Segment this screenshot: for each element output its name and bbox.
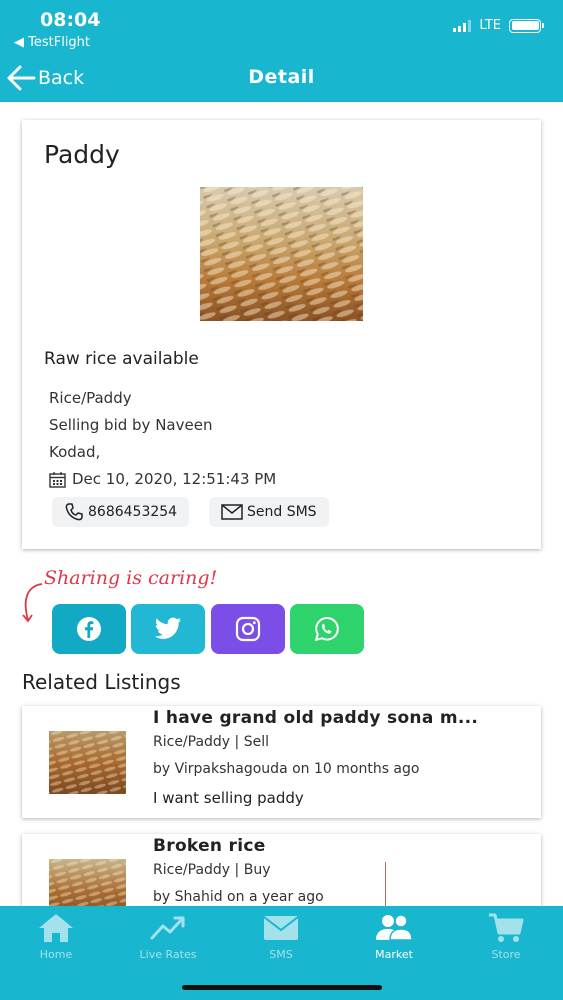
share-whatsapp-button[interactable]: [290, 604, 364, 654]
tab-label: Store: [491, 948, 521, 961]
related-listing-item[interactable]: I have grand old paddy sona m... Rice/Pa…: [22, 706, 541, 818]
sharing-caption: Sharing is caring!: [44, 567, 218, 589]
network-label: LTE: [479, 18, 501, 33]
related-listing-author: by Shahid on a year ago: [153, 889, 324, 905]
listing-location: Kodad,: [49, 443, 101, 461]
listing-meta: Rice/Paddy Selling bid by Naveen Kodad, …: [49, 385, 276, 493]
tab-sms[interactable]: SMS: [225, 906, 337, 976]
share-twitter-button[interactable]: [131, 604, 205, 654]
status-back-app[interactable]: ◀ TestFlight: [14, 35, 90, 50]
listing-category: Rice/Paddy: [49, 389, 132, 407]
listing-date-row: Dec 10, 2020, 12:51:43 PM: [49, 466, 276, 493]
mail-icon: [221, 504, 243, 520]
listing-bid: Selling bid by Naveen: [49, 416, 213, 434]
related-listing-thumbnail: [49, 731, 126, 794]
tab-label: Live Rates: [139, 948, 197, 961]
tab-label: Market: [375, 948, 413, 961]
home-icon: [39, 914, 73, 942]
trend-icon: [150, 916, 185, 940]
phone-icon: [65, 503, 83, 521]
signal-icon: [453, 19, 472, 32]
listing-description: Raw rice available: [44, 349, 199, 369]
related-listing-title: I have grand old paddy sona m...: [153, 708, 479, 728]
cart-icon: [489, 913, 524, 942]
page-title: Detail: [248, 66, 315, 88]
call-button[interactable]: 8686453254: [52, 497, 190, 527]
home-indicator: [182, 985, 382, 990]
listing-card: Paddy Raw rice available Rice/Paddy Sell…: [22, 120, 541, 549]
related-listing-category: Rice/Paddy | Buy: [153, 862, 271, 878]
users-icon: [376, 914, 413, 941]
send-sms-button[interactable]: Send SMS: [209, 497, 329, 527]
send-sms-label: Send SMS: [247, 504, 317, 520]
facebook-icon: [77, 617, 101, 641]
related-listing-category: Rice/Paddy | Sell: [153, 734, 269, 750]
battery-icon: [509, 18, 544, 33]
tab-home[interactable]: Home: [0, 906, 112, 976]
listing-date: Dec 10, 2020, 12:51:43 PM: [72, 470, 277, 488]
share-facebook-button[interactable]: [52, 604, 126, 654]
tab-live-rates[interactable]: Live Rates: [112, 906, 224, 976]
whatsapp-icon: [314, 616, 339, 642]
tab-label: Home: [39, 948, 73, 961]
status-time: 08:04: [40, 9, 101, 31]
related-listings-heading: Related Listings: [22, 670, 181, 694]
calendar-icon: [49, 472, 66, 488]
tab-label: SMS: [269, 948, 293, 961]
tab-store[interactable]: Store: [450, 906, 562, 976]
top-bar: 08:04 ◀ TestFlight LTE Back Detail: [0, 0, 563, 102]
phone-number: 8686453254: [88, 504, 178, 520]
mail-icon: [263, 916, 299, 940]
instagram-icon: [235, 616, 261, 642]
share-instagram-button[interactable]: [211, 604, 285, 654]
related-listing-author: by Virpakshagouda on 10 months ago: [153, 761, 420, 777]
tab-market[interactable]: Market: [338, 906, 450, 976]
related-listing-title: Broken rice: [153, 836, 266, 856]
related-listing-description: I want selling paddy: [153, 789, 304, 807]
status-indicators: LTE: [453, 18, 544, 33]
twitter-icon: [154, 617, 181, 639]
product-image: [200, 187, 363, 321]
listing-title: Paddy: [44, 140, 120, 169]
